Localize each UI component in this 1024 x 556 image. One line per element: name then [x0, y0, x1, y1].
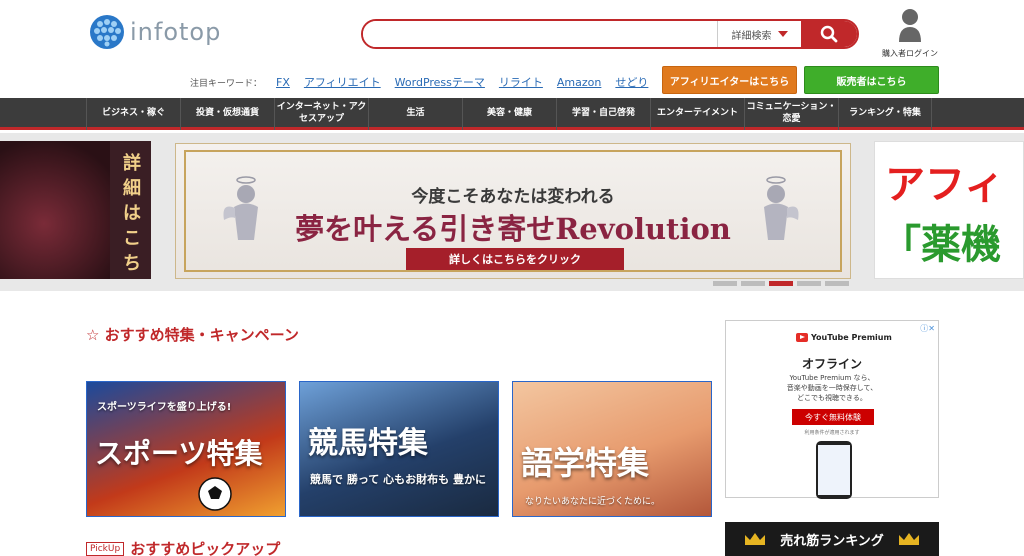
carousel-dot[interactable] [797, 281, 821, 286]
keywords-label: 注目キーワード： [190, 78, 263, 89]
section-title-campaigns: ☆ おすすめ特集・キャンペーン [86, 326, 299, 344]
nav-item-ranking[interactable]: ランキング・特集 [838, 98, 932, 130]
card-sub: 競馬で 勝って 心もお財布も 豊かに [310, 473, 486, 486]
banner-prev-image [0, 141, 110, 279]
crown-icon [898, 533, 919, 545]
ad-note: 利用条件が適用されます [804, 430, 860, 436]
campaign-card-language[interactable]: 語学特集 なりたいあなたに近づくために。 [512, 381, 712, 517]
banner-cta-button[interactable]: 詳しくはこちらをクリック [406, 248, 624, 270]
banner-prev-text: 詳細はこちら [123, 153, 141, 279]
ad-brand-label: YouTube Premium [811, 333, 892, 342]
campaign-card-horse-racing[interactable]: 競馬特集 競馬で 勝って 心もお財布も 豊かに [299, 381, 499, 517]
banner-subtitle: 今度こそあなたは変われる [411, 187, 615, 207]
youtube-logo-icon [796, 333, 808, 342]
card-sub: なりたいあなたに近づくために。 [525, 497, 661, 507]
search-input[interactable] [363, 21, 717, 47]
seller-button[interactable]: 販売者はこちら [804, 66, 939, 94]
search-bar: 詳細検索 [361, 19, 859, 49]
nav-item-business[interactable]: ビジネス・稼ぐ [86, 98, 180, 130]
campaign-card-sports[interactable]: スポーツライフを盛り上げる! スポーツ特集 [86, 381, 286, 517]
banner-main-slide[interactable]: 今度こそあなたは変われる 夢を叶える引き寄せRevolution 詳しくはこちら… [175, 143, 851, 279]
card-headline: 競馬特集 [308, 426, 428, 461]
carousel-dot[interactable] [741, 281, 765, 286]
search-button[interactable] [801, 21, 857, 47]
phone-image-icon [816, 441, 852, 499]
trending-keywords: 注目キーワード： FX アフィリエイト WordPressテーマ リライト Am… [190, 74, 684, 90]
keyword-link[interactable]: アフィリエイト [304, 74, 381, 90]
advanced-search-dropdown[interactable]: 詳細検索 [717, 21, 801, 47]
nav-item-entertainment[interactable]: エンターテイメント [650, 98, 744, 130]
ad-body: YouTube Premium なら、 音楽や動画を一時保存して、 どこでも視聴… [726, 373, 938, 403]
keyword-link[interactable]: FX [276, 76, 290, 89]
caret-down-icon [777, 31, 788, 37]
nav-item-life[interactable]: 生活 [368, 98, 462, 130]
banner-next-line1: アフィ [885, 162, 1005, 208]
ranking-title: 売れ筋ランキング [780, 533, 884, 549]
ad-info-icon[interactable]: ⓘ✕ [920, 323, 935, 334]
ad-brand: YouTube Premium [796, 333, 892, 342]
campaign-cards: スポーツライフを盛り上げる! スポーツ特集 競馬特集 競馬で 勝って 心もお財布… [86, 381, 712, 517]
carousel-dot-active[interactable] [769, 281, 793, 286]
ranking-header[interactable]: 売れ筋ランキング [725, 522, 939, 556]
keyword-link[interactable]: WordPressテーマ [395, 74, 485, 90]
pickup-heading: PickUp おすすめピックアップ [86, 538, 280, 556]
banner-title: 夢を叶える引き寄せRevolution [295, 212, 731, 246]
ad-heading: オフライン [801, 357, 862, 371]
affiliate-button[interactable]: アフィリエイターはこちら [662, 66, 797, 94]
user-icon [899, 9, 921, 42]
carousel-dots [713, 281, 849, 286]
pickup-title: おすすめピックアップ [130, 540, 281, 556]
nav-item-beauty[interactable]: 美容・健康 [462, 98, 556, 130]
logo-globe-icon [90, 15, 124, 49]
crown-icon [745, 533, 766, 545]
login-label: 購入者ログイン [882, 49, 938, 58]
carousel-dot[interactable] [713, 281, 737, 286]
pickup-tag: PickUp [86, 541, 125, 556]
sidebar-advert[interactable]: ⓘ✕ YouTube Premium オフライン YouTube Premium… [725, 320, 939, 499]
keyword-link[interactable]: Amazon [557, 76, 601, 89]
ad-body-line: YouTube Premium なら、 [789, 374, 875, 382]
category-nav: ビジネス・稼ぐ 投資・仮想通貨 インターネット・アクセスアップ 生活 美容・健康… [0, 98, 1024, 130]
search-icon [820, 25, 838, 43]
card-headline: スポーツ特集 [95, 437, 263, 470]
keyword-link[interactable]: せどり [615, 74, 648, 90]
banner-next-line2: 「薬機 [881, 222, 1001, 268]
banner-next-slide[interactable]: アフィ 「薬機 [874, 141, 1024, 279]
page: infotop 詳細検索 購入者ログイン 注目キーワード： FX アフィリエイト… [0, 0, 1024, 556]
logo-text: infotop [130, 18, 222, 46]
soccer-ball-icon [198, 477, 232, 511]
ad-body-line: どこでも視聴できる。 [797, 394, 867, 403]
ad-body-line: 音楽や動画を一時保存して、 [786, 384, 878, 393]
ad-cta-button[interactable]: 今すぐ無料体験 [792, 409, 874, 425]
advanced-search-label: 詳細検索 [731, 30, 772, 42]
keyword-link[interactable]: リライト [499, 74, 543, 90]
carousel-dot[interactable] [825, 281, 849, 286]
nav-item-communication[interactable]: コミュニケーション・恋愛 [744, 98, 838, 130]
buyer-login[interactable]: 購入者ログイン [880, 8, 940, 59]
nav-item-internet[interactable]: インターネット・アクセスアップ [274, 98, 368, 130]
site-logo[interactable]: infotop [88, 12, 228, 52]
nav-item-learning[interactable]: 学習・自己啓発 [556, 98, 650, 130]
nav-item-investment[interactable]: 投資・仮想通貨 [180, 98, 274, 130]
banner-prev-slide[interactable]: 詳細はこちら [0, 141, 151, 279]
card-headline: 語学特集 [521, 444, 650, 482]
banner-carousel: 詳細はこちら 今度こそあなたは変われる 夢を叶える引き寄せRevolution … [0, 133, 1024, 291]
card-sub: スポーツライフを盛り上げる! [97, 402, 232, 413]
